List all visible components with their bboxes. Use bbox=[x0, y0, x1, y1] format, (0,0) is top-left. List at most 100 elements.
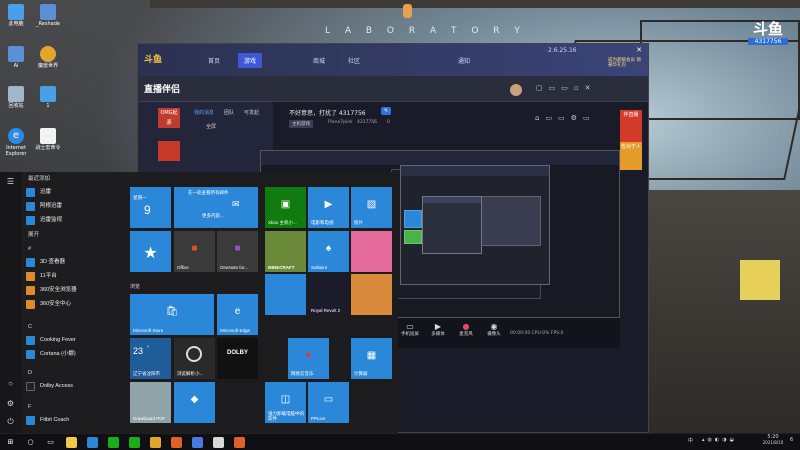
tile-label: Office bbox=[177, 265, 189, 270]
letter-header[interactable]: C bbox=[28, 322, 32, 332]
toolbar-icons[interactable]: ⌂▭▭⚙▭ bbox=[535, 114, 596, 122]
nav-mall[interactable]: 商城 bbox=[313, 56, 325, 65]
left-tab[interactable]: 可发起 bbox=[244, 109, 259, 116]
expand-link[interactable]: 展开 bbox=[28, 230, 39, 240]
file-explorer-icon[interactable] bbox=[66, 437, 77, 448]
desktop-icon-computer[interactable]: 此电脑 bbox=[2, 4, 30, 27]
power-icon[interactable]: ⏻ bbox=[5, 416, 16, 427]
list-item[interactable]: Dolby Access bbox=[26, 380, 122, 392]
media-button[interactable]: ▶ 多媒体 bbox=[426, 322, 450, 338]
companion-taskbar-icon[interactable] bbox=[192, 437, 203, 448]
tile-photos[interactable]: ▨ 照片 bbox=[351, 187, 392, 228]
task-view-icon[interactable]: ▭ bbox=[45, 437, 56, 448]
list-item[interactable]: 阿根迅雷 bbox=[26, 200, 122, 212]
tile-minecraft[interactable]: MINECRAFT bbox=[265, 231, 306, 272]
list-item[interactable]: 3D 查看器 bbox=[26, 256, 122, 268]
fullscreen-link[interactable]: 全屏 bbox=[206, 123, 216, 130]
list-item[interactable]: Cooking Fever bbox=[26, 334, 122, 346]
list-item[interactable]: 11平台 bbox=[26, 270, 122, 282]
tile-label: Royal Revolt 2 bbox=[311, 308, 341, 313]
nav-community[interactable]: 社区 bbox=[348, 56, 360, 65]
window-controls[interactable]: ▢▭▭▫✕ bbox=[536, 84, 596, 92]
ime-indicator[interactable]: 中 bbox=[688, 437, 693, 444]
tile-game-candy[interactable] bbox=[351, 231, 392, 272]
letter-header[interactable]: F bbox=[28, 402, 31, 412]
douyu-taskbar-icon[interactable] bbox=[171, 437, 182, 448]
desktop-icon-reshade[interactable]: _Reshade bbox=[34, 4, 62, 27]
wechat-work-icon[interactable] bbox=[129, 437, 140, 448]
xbox-icon: ▣ bbox=[280, 199, 291, 211]
tile-royal-revolt[interactable]: Royal Revolt 2 bbox=[308, 274, 349, 315]
nav-home[interactable]: 首页 bbox=[208, 56, 220, 65]
list-item[interactable]: 迅雷监视 bbox=[26, 214, 122, 226]
side-tab-1[interactable]: 伴直播 bbox=[620, 110, 642, 142]
streamer-name: Piano7pink bbox=[328, 120, 353, 125]
tile-calculator[interactable]: ▦ 计算器 bbox=[351, 338, 392, 379]
tile-paint3d[interactable]: ◆ bbox=[174, 382, 215, 423]
desktop-icon-recycle[interactable]: 回收站 bbox=[2, 86, 30, 109]
tile-cortana[interactable]: 浏览解析小... bbox=[174, 338, 215, 379]
clock[interactable]: 5:20 2021/8/10 bbox=[760, 434, 786, 445]
photos-icon: ▨ bbox=[366, 199, 377, 211]
tile-movies[interactable]: ▶ 电影和电视 bbox=[308, 187, 349, 228]
tile-pplive[interactable]: ▭ PPLive bbox=[308, 382, 349, 423]
tile-onenote[interactable]: ■ OneNote for... bbox=[217, 231, 258, 272]
nav-games[interactable]: 游戏 bbox=[238, 53, 263, 68]
tile-favorite[interactable]: ★ bbox=[130, 231, 171, 272]
list-item[interactable]: Cortana (小娜) bbox=[26, 348, 122, 360]
app-taskbar-icon[interactable] bbox=[213, 437, 224, 448]
search-icon[interactable]: ○ bbox=[25, 437, 36, 448]
tile-drawboard[interactable]: Drawboard PDF bbox=[130, 382, 171, 423]
list-item[interactable]: 360安全浏览器 bbox=[26, 284, 122, 296]
desktop-icon-ai[interactable]: Ai bbox=[2, 46, 30, 69]
tile-weather[interactable]: 23 ° 辽宁省沈阳市 bbox=[130, 338, 171, 379]
user-icon[interactable]: ○ bbox=[5, 378, 16, 389]
side-tab-2[interactable]: 告对于人 bbox=[620, 142, 642, 170]
left-tab[interactable]: 我的消息 bbox=[194, 109, 214, 116]
list-item[interactable]: 360安全中心 bbox=[26, 298, 122, 310]
tile-store[interactable]: 🛍 Microsoft Store bbox=[130, 294, 214, 335]
tile-dolby[interactable]: DOLBY bbox=[217, 338, 258, 379]
windows-start-icon[interactable]: ⊞ bbox=[5, 437, 16, 448]
tile-solitaire[interactable]: ♠ Solitaire bbox=[308, 231, 349, 272]
left-tab[interactable]: 团队 bbox=[224, 109, 234, 116]
hamburger-icon[interactable]: ☰ bbox=[5, 176, 16, 187]
letter-header[interactable]: D bbox=[28, 368, 32, 378]
tile-xbox[interactable]: ▣ Xbox 主机小... bbox=[265, 187, 306, 228]
desktop-icon-wow[interactable]: 魔兽世界 bbox=[34, 46, 62, 69]
settings-icon[interactable]: ⚙ bbox=[5, 398, 16, 409]
category-tag[interactable]: 主机游戏 bbox=[289, 120, 313, 128]
wechat-icon[interactable] bbox=[108, 437, 119, 448]
desktop-icon-macro[interactable]: 战士宏命令 bbox=[34, 128, 62, 151]
vip-promo[interactable]: 成为超级会员 领豪华礼包 bbox=[608, 58, 642, 68]
camera-button[interactable]: ◉ 摄像头 bbox=[482, 322, 506, 338]
tile-mail[interactable]: 在一处查看所有邮件 更多内容... ✉ bbox=[174, 187, 258, 228]
store-taskbar-icon[interactable] bbox=[87, 437, 98, 448]
tile-office[interactable]: ■ Office bbox=[174, 231, 215, 272]
list-item[interactable]: Fitbit Coach bbox=[26, 414, 122, 426]
notification-badge[interactable]: 6 bbox=[790, 437, 793, 443]
tile-uninstaller[interactable]: ◫ 强力卸载电脑中的软件 bbox=[265, 382, 306, 423]
nav-notify[interactable]: 通知 bbox=[458, 56, 470, 65]
avatar[interactable] bbox=[510, 84, 522, 96]
close-icon[interactable]: ✕ bbox=[636, 46, 642, 54]
recycle-bin-icon bbox=[8, 86, 24, 102]
game-taskbar-icon[interactable] bbox=[150, 437, 161, 448]
tile-calendar[interactable]: 星期一 9 bbox=[130, 187, 171, 228]
desktop-icon-1[interactable]: 1 bbox=[34, 86, 62, 109]
letter-header[interactable]: # bbox=[28, 244, 31, 254]
desktop-icon-label: Internet Explorer bbox=[5, 145, 27, 157]
tile-blank[interactable] bbox=[265, 274, 306, 315]
mic-button[interactable]: ● 麦克风 bbox=[454, 322, 478, 338]
desktop-icon-ie[interactable]: e Internet Explorer bbox=[2, 128, 30, 157]
game-thumb[interactable] bbox=[158, 141, 180, 161]
list-item[interactable]: 迅雷 bbox=[26, 186, 122, 198]
edit-title-button[interactable]: ✎ bbox=[381, 107, 392, 115]
tile-netease-music[interactable]: ● 网易云音乐 bbox=[288, 338, 329, 379]
phone-cast-button[interactable]: ▭ 手机投屏 bbox=[398, 322, 422, 338]
tile-edge[interactable]: e Microsoft Edge bbox=[217, 294, 258, 335]
app-taskbar-icon[interactable] bbox=[234, 437, 245, 448]
tray-icons[interactable]: ▴◍◐◑◒ bbox=[702, 437, 737, 443]
preview-titlebar bbox=[261, 151, 619, 165]
tile-cooking-fever[interactable] bbox=[351, 274, 392, 315]
